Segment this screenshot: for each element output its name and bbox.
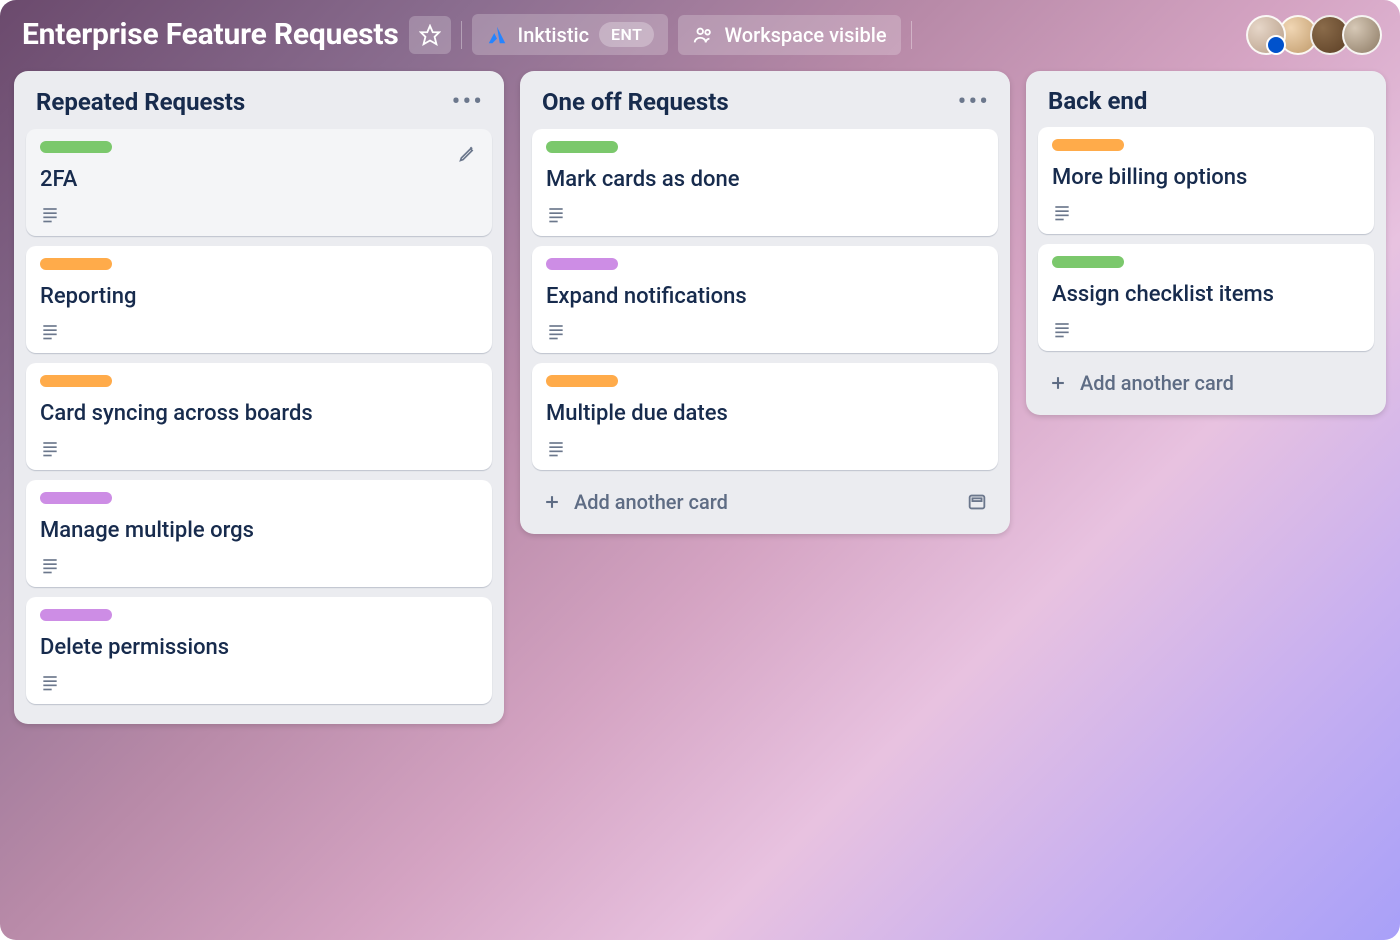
description-icon — [1052, 319, 1360, 339]
card[interactable]: Reporting — [26, 246, 492, 353]
divider — [461, 21, 462, 49]
card-label[interactable] — [1052, 256, 1124, 268]
card-title: Mark cards as done — [546, 167, 984, 192]
description-icon — [546, 204, 984, 224]
card-label[interactable] — [546, 141, 618, 153]
card[interactable]: Manage multiple orgs — [26, 480, 492, 587]
edit-card-button[interactable] — [458, 143, 478, 163]
card[interactable]: Mark cards as done — [532, 129, 998, 236]
add-card-label: Add another card — [574, 490, 728, 514]
list-repeated-requests: Repeated Requests ••• 2FA — [14, 71, 504, 724]
plus-icon — [542, 492, 562, 512]
avatar[interactable] — [1342, 15, 1382, 55]
card[interactable]: Assign checklist items — [1038, 244, 1374, 351]
template-icon — [966, 491, 988, 513]
add-card-button[interactable]: Add another card — [1034, 361, 1378, 405]
create-from-template-button[interactable] — [966, 491, 988, 513]
card-title: Delete permissions — [40, 635, 478, 660]
list-menu-button[interactable]: ••• — [452, 87, 484, 117]
add-card-label: Add another card — [1080, 371, 1234, 395]
list-header: Repeated Requests ••• — [22, 81, 496, 129]
description-icon — [40, 555, 478, 575]
card[interactable]: More billing options — [1038, 127, 1374, 234]
avatar[interactable] — [1246, 15, 1286, 55]
star-button[interactable] — [409, 16, 451, 54]
list-header: Back end — [1034, 81, 1378, 127]
list-header: One off Requests ••• — [528, 81, 1002, 129]
card-title: Card syncing across boards — [40, 401, 478, 426]
card-title: Multiple due dates — [546, 401, 984, 426]
board: Enterprise Feature Requests Inktistic EN… — [0, 0, 1400, 940]
card[interactable]: Multiple due dates — [532, 363, 998, 470]
people-icon — [692, 24, 714, 46]
description-icon — [546, 438, 984, 458]
list-one-off-requests: One off Requests ••• Mark cards as done … — [520, 71, 1010, 534]
org-name: Inktistic — [518, 23, 589, 47]
board-header: Enterprise Feature Requests Inktistic EN… — [0, 0, 1400, 65]
description-icon — [40, 321, 478, 341]
description-icon — [40, 438, 478, 458]
list-title[interactable]: Back end — [1048, 87, 1147, 115]
atlassian-icon — [486, 24, 508, 46]
org-plan-badge: ENT — [599, 22, 654, 47]
card-label[interactable] — [40, 141, 112, 153]
card[interactable]: Expand notifications — [532, 246, 998, 353]
list-back-end: Back end More billing options Assign che… — [1026, 71, 1386, 415]
card-label[interactable] — [40, 609, 112, 621]
card-label[interactable] — [40, 375, 112, 387]
list-footer: Add another card — [528, 480, 1002, 524]
list-title[interactable]: One off Requests — [542, 88, 729, 116]
card-title: Manage multiple orgs — [40, 518, 478, 543]
card[interactable]: 2FA — [26, 129, 492, 236]
card[interactable]: Card syncing across boards — [26, 363, 492, 470]
more-icon: ••• — [452, 87, 484, 117]
card-label[interactable] — [40, 492, 112, 504]
star-icon — [419, 24, 441, 46]
card-label[interactable] — [1052, 139, 1124, 151]
add-card-button[interactable]: Add another card — [528, 480, 742, 524]
description-icon — [1052, 202, 1360, 222]
org-button[interactable]: Inktistic ENT — [472, 14, 669, 55]
card[interactable]: Delete permissions — [26, 597, 492, 704]
pencil-icon — [458, 143, 478, 163]
card-title: 2FA — [40, 167, 478, 192]
card-title: Expand notifications — [546, 284, 984, 309]
plus-icon — [1048, 373, 1068, 393]
visibility-button[interactable]: Workspace visible — [678, 15, 900, 55]
card-title: Reporting — [40, 284, 478, 309]
card-label[interactable] — [546, 258, 618, 270]
card-label[interactable] — [546, 375, 618, 387]
board-title[interactable]: Enterprise Feature Requests — [22, 17, 399, 52]
list-title[interactable]: Repeated Requests — [36, 88, 245, 116]
board-members[interactable] — [1254, 15, 1382, 55]
description-icon — [546, 321, 984, 341]
description-icon — [40, 672, 478, 692]
visibility-label: Workspace visible — [724, 23, 886, 47]
card-title: More billing options — [1052, 165, 1360, 190]
card-label[interactable] — [40, 258, 112, 270]
lists-container: Repeated Requests ••• 2FA — [0, 65, 1400, 744]
description-icon — [40, 204, 478, 224]
list-menu-button[interactable]: ••• — [958, 87, 990, 117]
divider — [911, 21, 912, 49]
more-icon: ••• — [958, 87, 990, 117]
card-title: Assign checklist items — [1052, 282, 1360, 307]
